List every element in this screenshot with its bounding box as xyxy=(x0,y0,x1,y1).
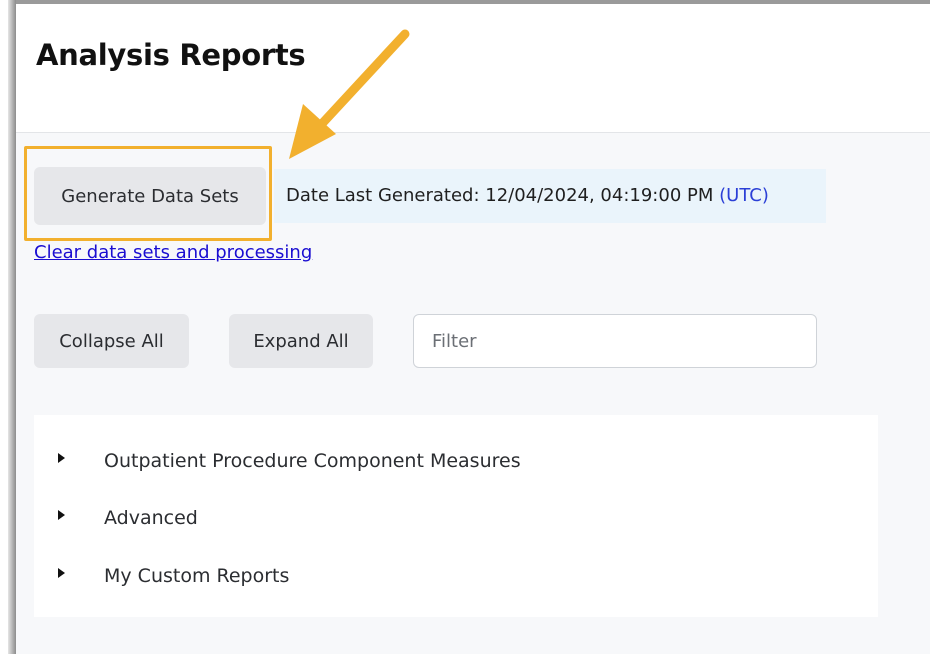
expand-all-button[interactable]: Expand All xyxy=(229,314,373,368)
analysis-reports-panel: Analysis Reports Generate Data Sets Date… xyxy=(16,4,930,654)
caret-right-icon xyxy=(58,510,65,520)
tree-item-my-custom-reports[interactable]: My Custom Reports xyxy=(34,558,878,598)
filter-input[interactable] xyxy=(413,314,817,368)
tree-item-label: My Custom Reports xyxy=(104,565,290,587)
clear-data-sets-link[interactable]: Clear data sets and processing xyxy=(34,242,312,263)
caret-right-icon xyxy=(58,453,65,463)
date-text: Date Last Generated: 12/04/2024, 04:19:0… xyxy=(286,185,769,206)
page-title: Analysis Reports xyxy=(36,38,306,72)
page-header: Analysis Reports xyxy=(16,4,930,133)
annotation-highlight-box xyxy=(24,146,272,241)
tree-item-outpatient-procedure[interactable]: Outpatient Procedure Component Measures xyxy=(34,443,878,483)
report-tree: Outpatient Procedure Component Measures … xyxy=(34,415,878,617)
tree-item-label: Advanced xyxy=(104,507,198,529)
timezone-label: (UTC) xyxy=(719,185,769,206)
date-last-generated: Date Last Generated: 12/04/2024, 04:19:0… xyxy=(274,169,826,223)
date-label: Date Last Generated: 12/04/2024, 04:19:0… xyxy=(286,185,714,206)
tree-item-label: Outpatient Procedure Component Measures xyxy=(104,450,521,472)
window-left-edge xyxy=(8,0,16,654)
screenshot-frame: Analysis Reports Generate Data Sets Date… xyxy=(0,0,930,654)
tree-item-advanced[interactable]: Advanced xyxy=(34,500,878,540)
caret-right-icon xyxy=(58,568,65,578)
collapse-all-button[interactable]: Collapse All xyxy=(34,314,189,368)
